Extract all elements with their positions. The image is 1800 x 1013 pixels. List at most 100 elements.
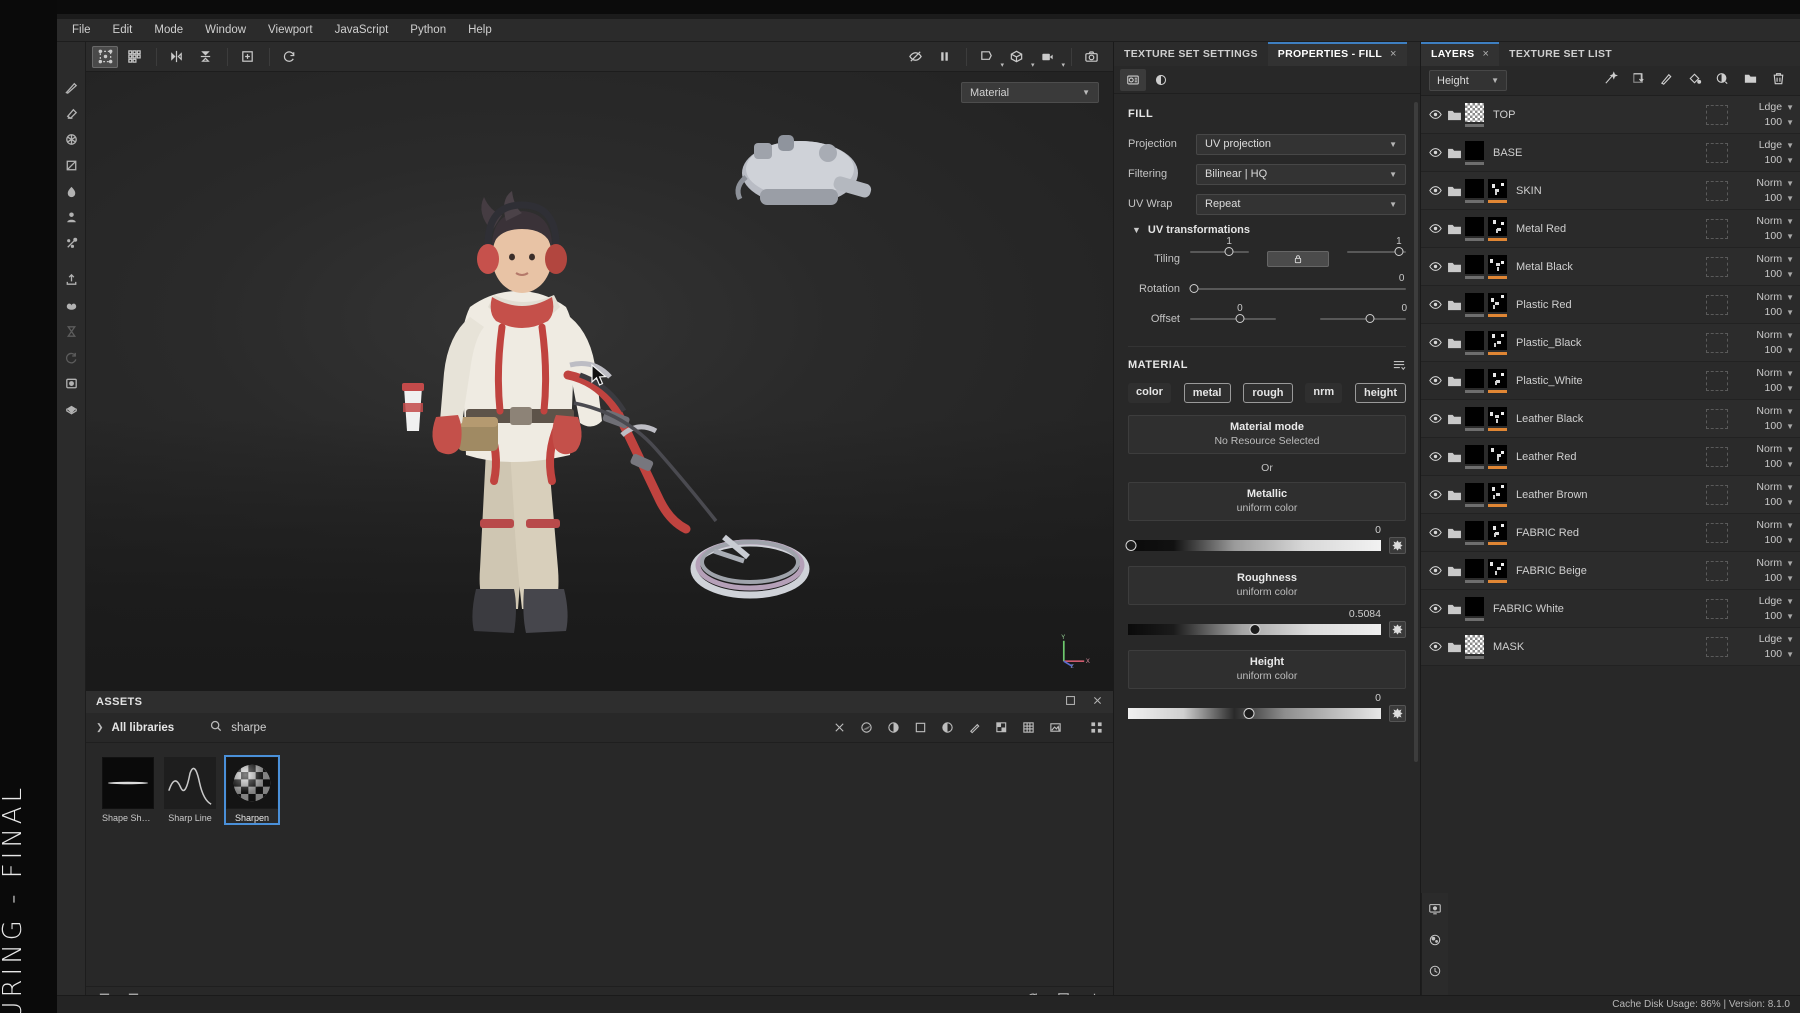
add-mask-placeholder[interactable]: [1706, 332, 1728, 353]
menu-help[interactable]: Help: [457, 21, 503, 39]
layer-content-thumbnail[interactable]: [1465, 216, 1484, 236]
layer-content-thumbnail[interactable]: [1465, 444, 1484, 464]
tiling-slider-v[interactable]: 1: [1346, 236, 1406, 267]
layer-mask-thumbnail[interactable]: [1488, 216, 1507, 236]
layer-row-leather-brown[interactable]: Leather Brown Norm ▼ 100 ▼: [1421, 476, 1800, 514]
layer-content-thumbnail[interactable]: [1465, 558, 1484, 578]
height-slider[interactable]: 0: [1128, 692, 1381, 719]
sphere-icon[interactable]: [859, 721, 873, 735]
fill-properties-icon[interactable]: [1120, 68, 1146, 91]
eye-icon[interactable]: [1427, 337, 1443, 348]
layer-mask-thumbnail[interactable]: [1488, 178, 1507, 198]
properties-content[interactable]: FILL Projection UV projection ▼ Filterin…: [1114, 94, 1420, 1012]
layer-content-thumbnail[interactable]: [1465, 178, 1484, 198]
layer-mask-thumbnail[interactable]: [1488, 368, 1507, 388]
search-input[interactable]: sharpe: [231, 722, 266, 734]
channel-metal[interactable]: metal: [1183, 383, 1231, 403]
layer-opacity[interactable]: 100 ▼: [1765, 192, 1794, 204]
layer-content-thumbnail[interactable]: [1465, 520, 1484, 540]
eye-icon[interactable]: [1427, 375, 1443, 386]
picker-icon-3[interactable]: [1389, 705, 1406, 722]
asset-item-1[interactable]: Sharp Line: [164, 757, 216, 823]
menu-viewport[interactable]: Viewport: [257, 21, 324, 39]
layer-blend-mode[interactable]: Norm ▼: [1756, 519, 1794, 531]
image-icon[interactable]: [1048, 721, 1062, 735]
layer-blend-mode[interactable]: Norm ▼: [1756, 367, 1794, 379]
tab-texture-set-list[interactable]: TEXTURE SET LIST: [1499, 42, 1622, 66]
layer-opacity[interactable]: 100 ▼: [1765, 496, 1794, 508]
layer-mask-thumbnail[interactable]: [1488, 482, 1507, 502]
render-icon[interactable]: [59, 370, 83, 396]
add-mask-placeholder[interactable]: [1706, 522, 1728, 543]
uv-wrap-select[interactable]: Repeat ▼: [1196, 193, 1406, 215]
layer-opacity[interactable]: 100 ▼: [1765, 534, 1794, 546]
display-settings-icon[interactable]: [1425, 899, 1445, 919]
menu-edit[interactable]: Edit: [102, 21, 144, 39]
shader-icon[interactable]: [59, 396, 83, 422]
eye-icon[interactable]: [1427, 261, 1443, 272]
layer-row-fabric-beige[interactable]: FABRIC Beige Norm ▼ 100 ▼: [1421, 552, 1800, 590]
roughness-slider[interactable]: 0.5084: [1128, 608, 1381, 635]
layer-opacity[interactable]: 100 ▼: [1765, 154, 1794, 166]
layer-opacity[interactable]: 100 ▼: [1765, 116, 1794, 128]
layer-mask-thumbnail[interactable]: [1488, 444, 1507, 464]
layer-blend-mode[interactable]: Ldge ▼: [1759, 595, 1794, 607]
layer-mask-thumbnail[interactable]: [1488, 330, 1507, 350]
add-camera-icon[interactable]: [234, 46, 260, 68]
eye-icon[interactable]: [1427, 223, 1443, 234]
layer-mask-thumbnail[interactable]: [1488, 406, 1507, 426]
add-mask-placeholder[interactable]: [1706, 142, 1728, 163]
tiles-icon[interactable]: [1089, 721, 1103, 735]
brush-icon[interactable]: [59, 74, 83, 100]
layers-channel-select[interactable]: Height ▼: [1429, 70, 1507, 91]
layer-opacity[interactable]: 100 ▼: [1765, 648, 1794, 660]
height-box[interactable]: Height uniform color: [1128, 650, 1406, 689]
eraser-icon[interactable]: [59, 100, 83, 126]
layer-opacity[interactable]: 100 ▼: [1765, 458, 1794, 470]
add-mask-placeholder[interactable]: [1706, 560, 1728, 581]
layer-content-thumbnail[interactable]: [1465, 254, 1484, 274]
layer-content-thumbnail[interactable]: [1465, 140, 1484, 160]
layer-opacity[interactable]: 100 ▼: [1765, 344, 1794, 356]
brush-filter-icon[interactable]: [967, 721, 981, 735]
material-preview-icon[interactable]: [1148, 69, 1174, 91]
layer-mask-thumbnail[interactable]: [1488, 558, 1507, 578]
history-icon[interactable]: [1425, 961, 1445, 981]
filtering-select[interactable]: Bilinear | HQ ▼: [1196, 163, 1406, 185]
eye-icon[interactable]: [1427, 565, 1443, 576]
fill-layer-icon[interactable]: [1687, 71, 1702, 91]
add-mask-placeholder[interactable]: [1706, 104, 1728, 125]
layer-blend-mode[interactable]: Norm ▼: [1756, 481, 1794, 493]
reset-camera-icon[interactable]: [276, 46, 302, 68]
layer-blend-mode[interactable]: Norm ▼: [1756, 329, 1794, 341]
eye-icon[interactable]: [1427, 185, 1443, 196]
metallic-slider[interactable]: 0: [1125, 524, 1381, 551]
uv-tile-icon[interactable]: [92, 45, 118, 68]
layer-blend-mode[interactable]: Norm ▼: [1756, 405, 1794, 417]
chevron-right-icon[interactable]: ❯: [96, 722, 104, 733]
layer-row-mask[interactable]: MASK Ldge ▼ 100 ▼: [1421, 628, 1800, 666]
layer-mask-thumbnail[interactable]: [1488, 520, 1507, 540]
close-icon[interactable]: [1092, 693, 1103, 711]
layer-opacity[interactable]: 100 ▼: [1765, 230, 1794, 242]
clear-icon[interactable]: [832, 721, 846, 735]
layer-opacity[interactable]: 100 ▼: [1765, 572, 1794, 584]
eye-icon[interactable]: [1427, 489, 1443, 500]
roughness-box[interactable]: Roughness uniform color: [1128, 566, 1406, 605]
add-mask-placeholder[interactable]: [1706, 484, 1728, 505]
mirror-icon[interactable]: [192, 46, 218, 68]
reload-icon[interactable]: [59, 344, 83, 370]
tab-texture-set-settings[interactable]: TEXTURE SET SETTINGS: [1114, 42, 1268, 66]
channel-height[interactable]: height: [1354, 383, 1406, 403]
layer-row-skin[interactable]: SKIN Norm ▼ 100 ▼: [1421, 172, 1800, 210]
particle-icon[interactable]: [59, 230, 83, 256]
projection-icon[interactable]: [59, 126, 83, 152]
offset-slider-u[interactable]: 0: [1190, 303, 1276, 323]
clone-icon[interactable]: [59, 204, 83, 230]
close-icon[interactable]: ×: [1390, 48, 1397, 60]
add-mask-placeholder[interactable]: [1706, 294, 1728, 315]
smudge-icon[interactable]: [59, 178, 83, 204]
layers-list[interactable]: TOP Ldge ▼ 100 ▼ BASE Ldge ▼ 100 ▼ SKIN Norm ▼ 100 ▼ Me…: [1421, 96, 1800, 893]
layer-blend-mode[interactable]: Ldge ▼: [1759, 139, 1794, 151]
layer-row-fabric-red[interactable]: FABRIC Red Norm ▼ 100 ▼: [1421, 514, 1800, 552]
